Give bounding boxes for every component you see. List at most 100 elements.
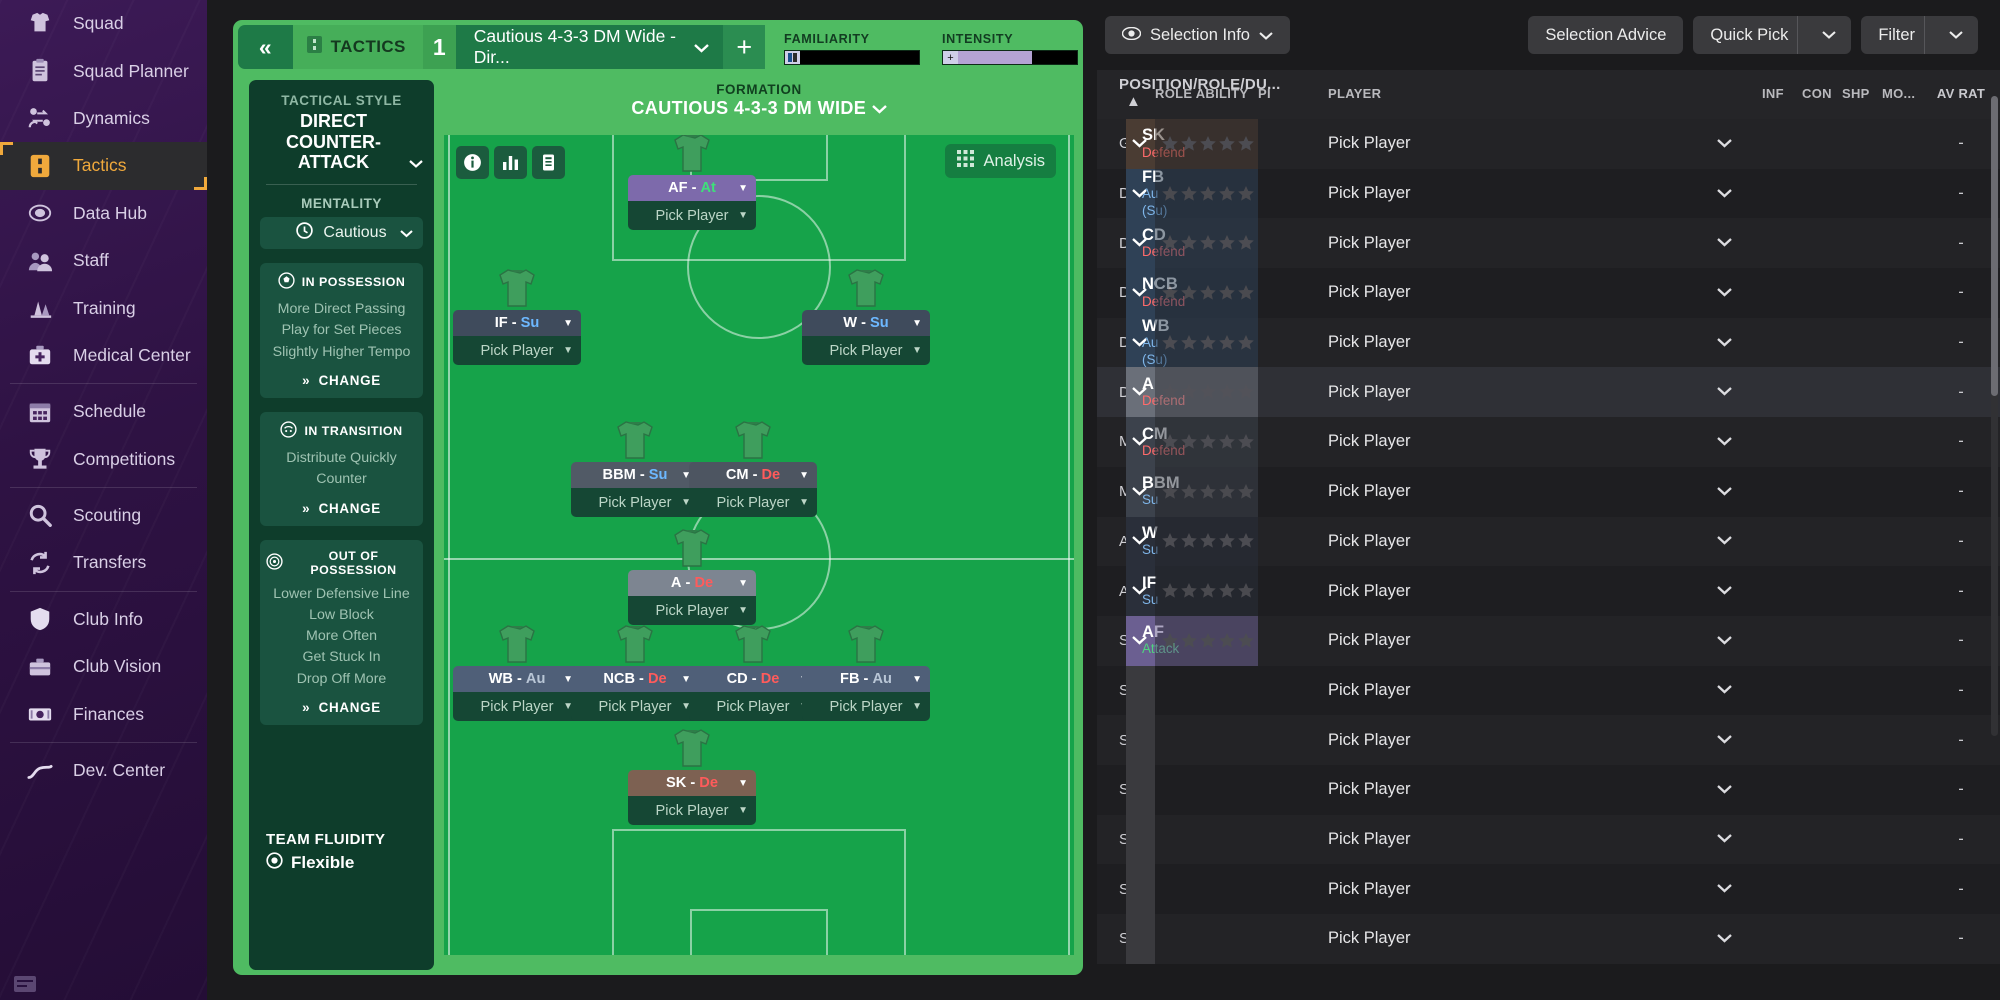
cell-player[interactable]: Pick Player [1298,268,1762,318]
slot-pick-player-dropdown[interactable]: Pick Player▼ [689,692,817,721]
chevron-down-icon[interactable] [1717,683,1732,697]
slot-pick-player-dropdown[interactable]: Pick Player▼ [453,692,581,721]
player-slot-mcr[interactable]: CM - De ▼ Pick Player ▼ [689,421,817,517]
role-duty-dropdown[interactable]: NCBDefend [1126,268,1185,318]
table-row[interactable]: GKSKDefend Pick Player - [1097,119,2000,169]
cell-pi[interactable] [1258,467,1298,517]
collapse-panel-button[interactable]: « [238,25,293,69]
cell-player[interactable]: Pick Player [1298,417,1762,467]
sidebar-item-dynamics[interactable]: Dynamics [0,95,207,142]
cell-player[interactable]: Pick Player [1298,467,1762,517]
slot-pick-player-dropdown[interactable]: Pick Player▼ [453,336,581,365]
cell-pi[interactable] [1258,765,1298,815]
table-row[interactable]: DRFBAu (Su) Pick Player - [1097,168,2000,219]
selection-info-button[interactable]: Selection Info [1105,16,1290,54]
sidebar-item-tactics[interactable]: Tactics [0,142,207,190]
sidebar-item-squad-planner[interactable]: Squad Planner [0,47,207,94]
phase-change-button[interactable]: » CHANGE [266,700,417,715]
chevron-down-icon[interactable] [1717,534,1732,548]
cell-player[interactable]: Pick Player [1298,864,1762,914]
role-duty-dropdown[interactable]: CMDefend [1126,417,1185,467]
role-duty-dropdown[interactable]: CDDefend [1126,218,1185,269]
role-duty-empty[interactable] [1126,814,1155,865]
player-slot-dr[interactable]: FB - Au ▼ Pick Player ▼ [802,625,930,721]
cell-pi[interactable] [1258,864,1298,914]
tactics-label-button[interactable]: TACTICS [292,25,423,69]
player-slot-dl[interactable]: WB - Au ▼ Pick Player ▼ [453,625,581,721]
col-av-rat[interactable]: AV RAT [1922,70,2000,119]
sidebar-item-squad[interactable]: Squad [0,0,207,47]
cell-pi[interactable] [1258,566,1298,616]
sidebar-item-club-info[interactable]: Club Info [0,596,207,643]
player-slot-amr[interactable]: W - Su ▼ Pick Player ▼ [802,269,930,365]
cell-pi[interactable] [1258,417,1298,467]
cell-pi[interactable] [1258,815,1298,865]
cell-pi[interactable] [1258,517,1298,567]
chevron-down-icon[interactable] [1132,634,1147,648]
intensity-bar[interactable]: + [942,50,1079,65]
player-slot-gk[interactable]: SK - De ▼ Pick Player ▼ [628,729,756,825]
cell-pi[interactable] [1258,318,1298,368]
cell-pi[interactable] [1258,666,1298,716]
chevron-down-icon[interactable] [1132,336,1147,350]
cell-pi[interactable] [1258,616,1298,666]
tactical-style-value[interactable]: DIRECT COUNTER-ATTACK [260,111,423,173]
cell-pi[interactable] [1258,169,1298,219]
chevron-down-icon[interactable] [1717,733,1732,747]
chevron-down-icon[interactable] [1717,435,1732,449]
player-slot-dcl[interactable]: NCB - De ▼ Pick Player ▼ [571,625,699,721]
table-row[interactable]: DLWBAu (Su) Pick Player - [1097,317,2000,368]
table-row[interactable]: S3 Pick Player - [1097,764,2000,815]
chevron-down-icon[interactable] [1717,783,1732,797]
player-slot-dm[interactable]: A - De ▼ Pick Player ▼ [628,529,756,625]
phase-change-button[interactable]: » CHANGE [266,501,417,516]
sidebar-item-transfers[interactable]: Transfers [0,539,207,586]
slot-role-dropdown[interactable]: SK - De ▼ [628,770,756,796]
chevron-down-icon[interactable] [1717,236,1732,250]
chevron-down-icon[interactable] [1717,485,1732,499]
cell-player[interactable]: Pick Player [1298,318,1762,368]
chevron-down-icon[interactable] [1132,534,1147,548]
table-row[interactable]: AMLIFSu Pick Player - [1097,566,2000,616]
tactic-slot-number[interactable]: 1 [422,25,456,69]
player-slot-mcl[interactable]: BBM - Su ▼ Pick Player ▼ [571,421,699,517]
role-duty-empty[interactable] [1126,715,1155,765]
sidebar-item-training[interactable]: Training [0,284,207,331]
chevron-down-icon[interactable] [1717,187,1732,201]
add-tactic-button[interactable]: + [723,25,766,69]
table-row[interactable]: MCRCMDefend Pick Player - [1097,417,2000,467]
intensity-knob[interactable]: + [943,51,959,64]
slot-role-dropdown[interactable]: AF - At ▼ [628,175,756,201]
slot-pick-player-dropdown[interactable]: Pick Player▼ [628,201,756,230]
slot-role-dropdown[interactable]: W - Su ▼ [802,310,930,336]
slot-pick-player-dropdown[interactable]: Pick Player▼ [802,336,930,365]
role-duty-empty[interactable] [1126,665,1155,716]
slot-role-dropdown[interactable]: CM - De ▼ [689,462,817,488]
cell-player[interactable]: Pick Player [1298,914,1762,964]
chevron-down-icon[interactable] [1132,485,1147,499]
sidebar-footer-icon[interactable] [14,974,36,994]
role-duty-empty[interactable] [1126,764,1155,815]
table-row[interactable]: DCRCDDefend Pick Player - [1097,218,2000,269]
chevron-down-icon[interactable] [1717,286,1732,300]
slot-role-dropdown[interactable]: IF - Su ▼ [453,310,581,336]
table-row[interactable]: S2 Pick Player - [1097,715,2000,765]
role-duty-dropdown[interactable]: AFAttack [1126,615,1179,666]
player-slot-st[interactable]: AF - At ▼ Pick Player ▼ [628,135,756,230]
sidebar-item-medical-center[interactable]: Medical Center [0,332,207,379]
quick-pick-button[interactable]: Quick Pick [1693,16,1852,54]
squad-table-scrollbar[interactable] [1991,96,1998,736]
chevron-down-icon[interactable] [1717,932,1732,946]
slot-role-dropdown[interactable]: BBM - Su ▼ [571,462,699,488]
table-row[interactable]: S5 Pick Player - [1097,864,2000,914]
role-duty-empty[interactable] [1126,864,1155,914]
slot-pick-player-dropdown[interactable]: Pick Player▼ [571,692,699,721]
table-row[interactable]: MCLBBMSu Pick Player - [1097,466,2000,517]
role-duty-dropdown[interactable]: WBAu (Su) [1126,317,1170,368]
cell-pi[interactable] [1258,715,1298,765]
slot-pick-player-dropdown[interactable]: Pick Player▼ [628,596,756,625]
cell-player[interactable]: Pick Player [1298,119,1762,169]
slot-role-dropdown[interactable]: WB - Au ▼ [453,666,581,692]
table-row[interactable]: STCAFAttack Pick Player - [1097,615,2000,666]
chevron-down-icon[interactable] [1717,385,1732,399]
